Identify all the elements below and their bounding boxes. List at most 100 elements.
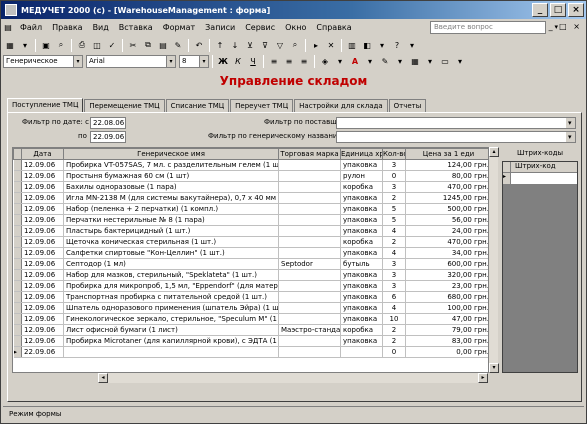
cell-date[interactable]: 12.09.06 [21, 247, 64, 259]
cell-brand[interactable] [278, 291, 341, 303]
align-right-icon[interactable]: ≡ [297, 54, 311, 68]
cell-quantity[interactable]: 4 [382, 225, 406, 237]
cell-quantity[interactable]: 3 [382, 159, 406, 171]
delete-record-icon[interactable]: ✕ [324, 38, 338, 52]
cell-generic-name[interactable]: Перчатки нестерильные № 8 (1 пара) [63, 214, 279, 226]
cell-quantity[interactable]: 3 [382, 269, 406, 281]
fill-color-icon[interactable]: ◈ [318, 54, 332, 68]
dropdown-icon[interactable]: ▾ [375, 38, 389, 52]
cell-price[interactable]: 680,00 грн. [405, 291, 492, 303]
cell-quantity[interactable]: 3 [382, 280, 406, 292]
copy-icon[interactable]: ⧉ [141, 38, 155, 52]
table-row[interactable]: 12.09.06 Пробирка Microtaner (для капилля… [13, 335, 492, 347]
cell-brand[interactable] [278, 247, 341, 259]
row-selector[interactable] [13, 236, 22, 248]
column-header-date[interactable]: Дата [21, 148, 64, 160]
menu-edit[interactable]: Правка [47, 23, 87, 32]
search-icon[interactable]: ⌕ [54, 38, 68, 52]
cell-date[interactable]: 12.09.06 [21, 258, 64, 270]
cell-price[interactable]: 83,00 грн. [405, 335, 492, 347]
row-selector[interactable] [13, 258, 22, 270]
cell-date[interactable]: 12.09.06 [21, 170, 64, 182]
table-row[interactable]: 12.09.06 Салфетки спиртовые "Кон-Целлин" … [13, 247, 492, 259]
cell-date[interactable]: 12.09.06 [21, 203, 64, 215]
scroll-right-icon[interactable]: ▸ [478, 373, 488, 383]
scroll-down-icon[interactable]: ▾ [489, 363, 499, 373]
cell-generic-name[interactable] [63, 346, 279, 358]
cell-brand[interactable] [278, 214, 341, 226]
cell-quantity[interactable]: 0 [382, 170, 406, 182]
cell-unit[interactable]: упаковка [340, 192, 383, 204]
cell-date[interactable]: 12.09.06 [21, 335, 64, 347]
align-center-icon[interactable]: ≡ [282, 54, 296, 68]
cell-brand[interactable] [278, 280, 341, 292]
objects-icon[interactable]: ◧ [360, 38, 374, 52]
tab-reports[interactable]: Отчеты [388, 99, 427, 112]
row-selector[interactable] [13, 192, 22, 204]
menu-tools[interactable]: Сервис [240, 23, 280, 32]
column-header-generic-name[interactable]: Генерическое имя [63, 148, 279, 160]
tab-transfer[interactable]: Перемещение ТМЦ [84, 99, 165, 112]
tab-warehouse-settings[interactable]: Настройки для склада [294, 99, 388, 112]
cell-generic-name[interactable]: Щеточка коническая стерильная (1 шт.) [63, 236, 279, 248]
generic-filter-select[interactable]: ▾ [336, 131, 576, 143]
help-search-input[interactable]: Введите вопрос [430, 21, 546, 34]
cell-quantity[interactable]: 3 [382, 181, 406, 193]
cell-unit[interactable]: бутыль [340, 258, 383, 270]
cell-generic-name[interactable]: Транспортная пробирка с питательной сред… [63, 291, 279, 303]
cell-quantity[interactable]: 2 [382, 335, 406, 347]
cell-quantity[interactable]: 5 [382, 203, 406, 215]
menu-window[interactable]: Окно [280, 23, 311, 32]
cell-brand[interactable] [278, 181, 341, 193]
cell-unit[interactable]: рулон [340, 170, 383, 182]
font-select[interactable]: Arial ▾ [86, 54, 176, 68]
vertical-scrollbar[interactable]: ▴ ▾ [488, 147, 499, 373]
form-icon[interactable]: ▤ [1, 21, 15, 35]
cell-generic-name[interactable]: Набор для мазков, стерильный, "Speklatet… [63, 269, 279, 281]
table-row[interactable]: 12.09.06 Лист офисной бумаги (1 лист) Маэс… [13, 324, 492, 336]
cell-brand[interactable] [278, 302, 341, 314]
cell-quantity[interactable]: 3 [382, 258, 406, 270]
cell-price[interactable]: 500,00 грн. [405, 203, 492, 215]
cell-generic-name[interactable]: Простыня бумажная 60 см (1 шт) [63, 170, 279, 182]
italic-icon[interactable]: К [231, 54, 245, 68]
cell-price[interactable]: 124,00 грн. [405, 159, 492, 171]
help-icon[interactable]: ? [390, 38, 404, 52]
cell-quantity[interactable]: 6 [382, 291, 406, 303]
row-selector[interactable] [13, 170, 22, 182]
cell-unit[interactable]: упаковка [340, 335, 383, 347]
cell-quantity[interactable]: 2 [382, 236, 406, 248]
cell-price[interactable]: 100,00 грн. [405, 302, 492, 314]
cell-price[interactable]: 1245,00 грн. [405, 192, 492, 204]
cell-brand[interactable] [278, 236, 341, 248]
apply-filter-icon[interactable]: ▽ [273, 38, 287, 52]
cell-date[interactable]: 12.09.06 [21, 302, 64, 314]
cell-unit[interactable]: упаковка [340, 247, 383, 259]
table-row[interactable]: 12.09.06 Пробирка VT-057SAS, 7 мл. с разд… [13, 159, 492, 171]
menu-view[interactable]: Вид [88, 23, 114, 32]
cell-unit[interactable]: упаковка [340, 214, 383, 226]
style-select[interactable]: Генерическое ▾ [3, 54, 83, 68]
preview-icon[interactable]: ◫ [90, 38, 104, 52]
cell-quantity[interactable]: 10 [382, 313, 406, 325]
cell-date[interactable]: 12.09.06 [21, 236, 64, 248]
table-row[interactable]: ▸ 22.09.06 0 0,00 грн. [13, 346, 492, 358]
format-painter-icon[interactable]: ✎ [171, 38, 185, 52]
dropdown-icon[interactable]: ▾ [423, 54, 437, 68]
barcode-cell[interactable] [511, 173, 577, 184]
spellcheck-icon[interactable]: ✓ [105, 38, 119, 52]
table-row[interactable]: 12.09.06 Бахилы одноразовые (1 пара) короб… [13, 181, 492, 193]
cell-brand[interactable] [278, 159, 341, 171]
table-row[interactable]: 12.09.06 Простыня бумажная 60 см (1 шт) ру… [13, 170, 492, 182]
row-selector[interactable] [13, 225, 22, 237]
column-header-quantity[interactable]: Кол-во [382, 148, 406, 160]
cell-date[interactable]: 22.09.06 [21, 346, 64, 358]
cell-price[interactable]: 34,00 грн. [405, 247, 492, 259]
cell-quantity[interactable]: 4 [382, 247, 406, 259]
scroll-up-icon[interactable]: ▴ [489, 147, 499, 157]
cell-price[interactable]: 79,00 грн. [405, 324, 492, 336]
cell-brand[interactable]: Septodor [278, 258, 341, 270]
cell-unit[interactable]: коробка [340, 236, 383, 248]
horizontal-scrollbar[interactable]: ◂ ▸ [98, 373, 488, 383]
cell-unit[interactable]: коробка [340, 324, 383, 336]
